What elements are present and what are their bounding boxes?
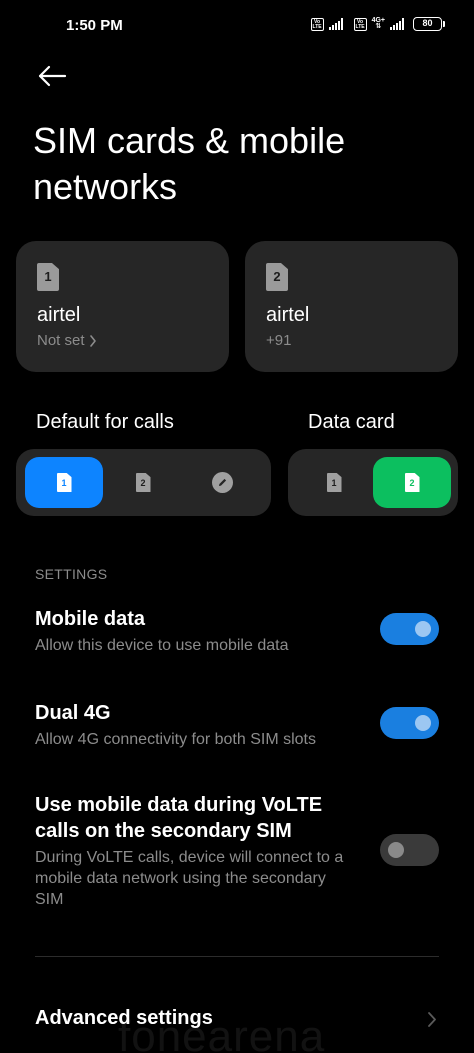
- sim-detail: +91: [266, 332, 291, 349]
- signal-icon: [328, 18, 343, 30]
- sim-detail-text: Not set: [37, 332, 85, 349]
- data-card-label: Data card: [308, 411, 395, 433]
- setting-description: During VoLTE calls, device will connect …: [35, 849, 344, 908]
- sim-card-icon: 1: [37, 263, 59, 291]
- setting-description: Allow this device to use mobile data: [35, 637, 289, 654]
- battery-icon: 80: [413, 17, 445, 31]
- sim-card-icon: 2: [404, 473, 420, 492]
- sim-card-1[interactable]: 1 airtel Not set: [16, 241, 229, 372]
- arrow-left-icon: [38, 65, 67, 87]
- advanced-settings-title: Advanced settings: [35, 1007, 213, 1029]
- calls-option-ask[interactable]: [183, 457, 261, 508]
- data-option-sim-1[interactable]: 1: [295, 457, 373, 508]
- signal-icon-2: [390, 18, 404, 30]
- sim-carrier-name: airtel: [37, 304, 81, 326]
- chevron-right-icon: [89, 334, 96, 347]
- page-title: SIM cards & mobile networks: [33, 120, 346, 207]
- mobile-data-toggle[interactable]: [380, 613, 439, 645]
- default-calls-label: Default for calls: [36, 411, 174, 433]
- status-icons: Vo LTE Vo LTE 4G+ ⇅ 80: [310, 17, 445, 31]
- setting-description: Allow 4G connectivity for both SIM slots: [35, 731, 316, 748]
- sim-card-icon: 1: [56, 473, 72, 492]
- volte-icon-2: Vo LTE: [353, 17, 367, 31]
- status-time: 1:50 PM: [66, 17, 123, 34]
- divider: [35, 956, 439, 957]
- calls-option-sim-2[interactable]: 2: [104, 457, 182, 508]
- sim-card-2[interactable]: 2 airtel +91: [245, 241, 458, 372]
- settings-section-label: SETTINGS: [35, 566, 108, 582]
- setting-title: Mobile data: [35, 608, 146, 630]
- volte-secondary-data-toggle[interactable]: [380, 834, 439, 866]
- calls-option-sim-1[interactable]: 1: [25, 457, 103, 508]
- status-bar: 1:50 PM Vo LTE Vo LTE 4G+ ⇅ 80: [0, 0, 474, 52]
- back-button[interactable]: [36, 62, 68, 90]
- sim-detail-text: +91: [266, 332, 292, 349]
- pencil-icon: [211, 472, 233, 493]
- sim-detail: Not set: [37, 332, 97, 349]
- sim-carrier-name: airtel: [266, 304, 310, 326]
- setting-title: Dual 4G: [35, 702, 111, 724]
- data-option-sim-2[interactable]: 2: [373, 457, 451, 508]
- data-card-selector: 1 2: [288, 449, 458, 516]
- dual-4g-toggle[interactable]: [380, 707, 439, 739]
- sim-card-icon: 2: [135, 473, 151, 492]
- chevron-right-icon: [428, 1012, 436, 1027]
- sim-card-icon: 2: [266, 263, 288, 291]
- battery-level: 80: [422, 18, 433, 28]
- default-calls-selector: 1 2: [16, 449, 271, 516]
- volte-icon: Vo LTE: [310, 17, 324, 31]
- setting-title: Use mobile data during VoLTE calls on th…: [35, 794, 323, 842]
- network-type-icon: 4G+ ⇅: [371, 17, 385, 30]
- sim-card-icon: 1: [326, 473, 342, 492]
